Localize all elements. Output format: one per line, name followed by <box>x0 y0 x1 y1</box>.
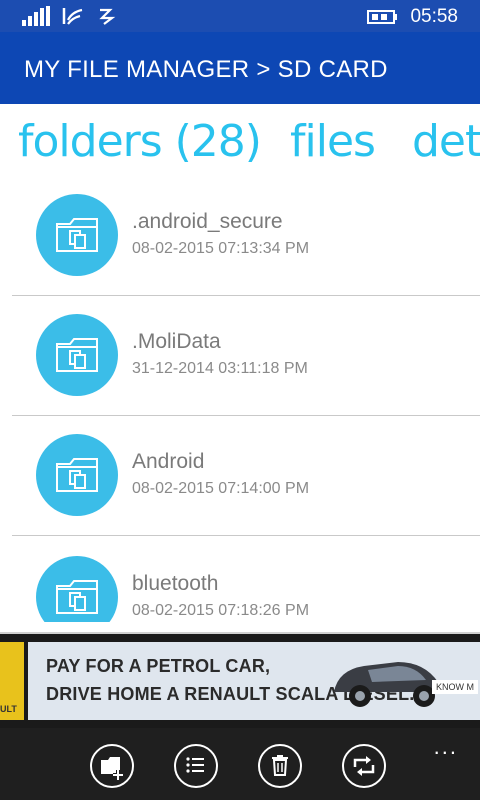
folder-name: .MoliData <box>132 330 221 353</box>
clock: 05:58 <box>410 6 458 27</box>
more-menu-button[interactable]: ... <box>434 734 458 760</box>
folder-icon <box>36 194 118 276</box>
list-item[interactable]: bluetooth 08-02-2015 07:18:26 PM <box>12 536 480 622</box>
folder-name: .android_secure <box>132 210 283 233</box>
delete-button[interactable] <box>258 744 302 788</box>
folder-date: 08-02-2015 07:14:00 PM <box>132 480 310 497</box>
select-list-button[interactable] <box>174 744 218 788</box>
new-folder-button[interactable] <box>90 744 134 788</box>
list-item[interactable]: Android 08-02-2015 07:14:00 PM <box>12 416 480 536</box>
ad-headline: PAY FOR A PETROL CAR, <box>46 656 271 676</box>
list-item[interactable]: .android_secure 08-02-2015 07:13:34 PM <box>12 176 480 296</box>
folder-icon <box>36 434 118 516</box>
sync-button[interactable] <box>342 744 386 788</box>
breadcrumb-title: MY FILE MANAGER > SD CARD <box>24 56 388 83</box>
wifi-icon <box>62 8 83 25</box>
delete-icon <box>272 755 288 776</box>
folder-icon <box>36 314 118 396</box>
car-image <box>334 662 444 707</box>
app-header: MY FILE MANAGER > SD CARD <box>0 32 480 104</box>
ad-banner[interactable]: ULT PAY FOR A PETROL CAR, DRIVE HOME A R… <box>0 632 480 730</box>
know-more-button[interactable]: KNOW M <box>432 680 478 694</box>
data-sync-icon <box>99 8 116 25</box>
folder-date: 08-02-2015 07:13:34 PM <box>132 240 310 257</box>
ad-creative[interactable]: PAY FOR A PETROL CAR, DRIVE HOME A RENAU… <box>28 642 480 720</box>
tab-details[interactable]: deta <box>412 116 480 167</box>
new-folder-icon <box>101 757 123 780</box>
folder-list: .android_secure 08-02-2015 07:13:34 PM .… <box>12 176 480 622</box>
folder-name: bluetooth <box>132 572 219 595</box>
tab-folders[interactable]: folders (28) <box>18 116 262 167</box>
battery-charging-icon <box>367 10 397 24</box>
folder-date: 31-12-2014 03:11:18 PM <box>132 360 308 377</box>
signal-icon <box>22 6 50 26</box>
ad-brand-text: ULT <box>0 704 17 714</box>
tab-files[interactable]: files <box>290 116 376 167</box>
app-bar: ... <box>0 728 480 800</box>
list-select-icon <box>186 757 204 773</box>
folder-name: Android <box>132 450 205 473</box>
list-item[interactable]: .MoliData 31-12-2014 03:11:18 PM <box>12 296 480 416</box>
folder-icon <box>36 556 118 622</box>
sync-icon <box>353 756 375 776</box>
folder-date: 08-02-2015 07:18:26 PM <box>132 602 310 619</box>
renault-logo: ULT <box>0 642 24 720</box>
status-bar: 05:58 <box>0 0 480 32</box>
